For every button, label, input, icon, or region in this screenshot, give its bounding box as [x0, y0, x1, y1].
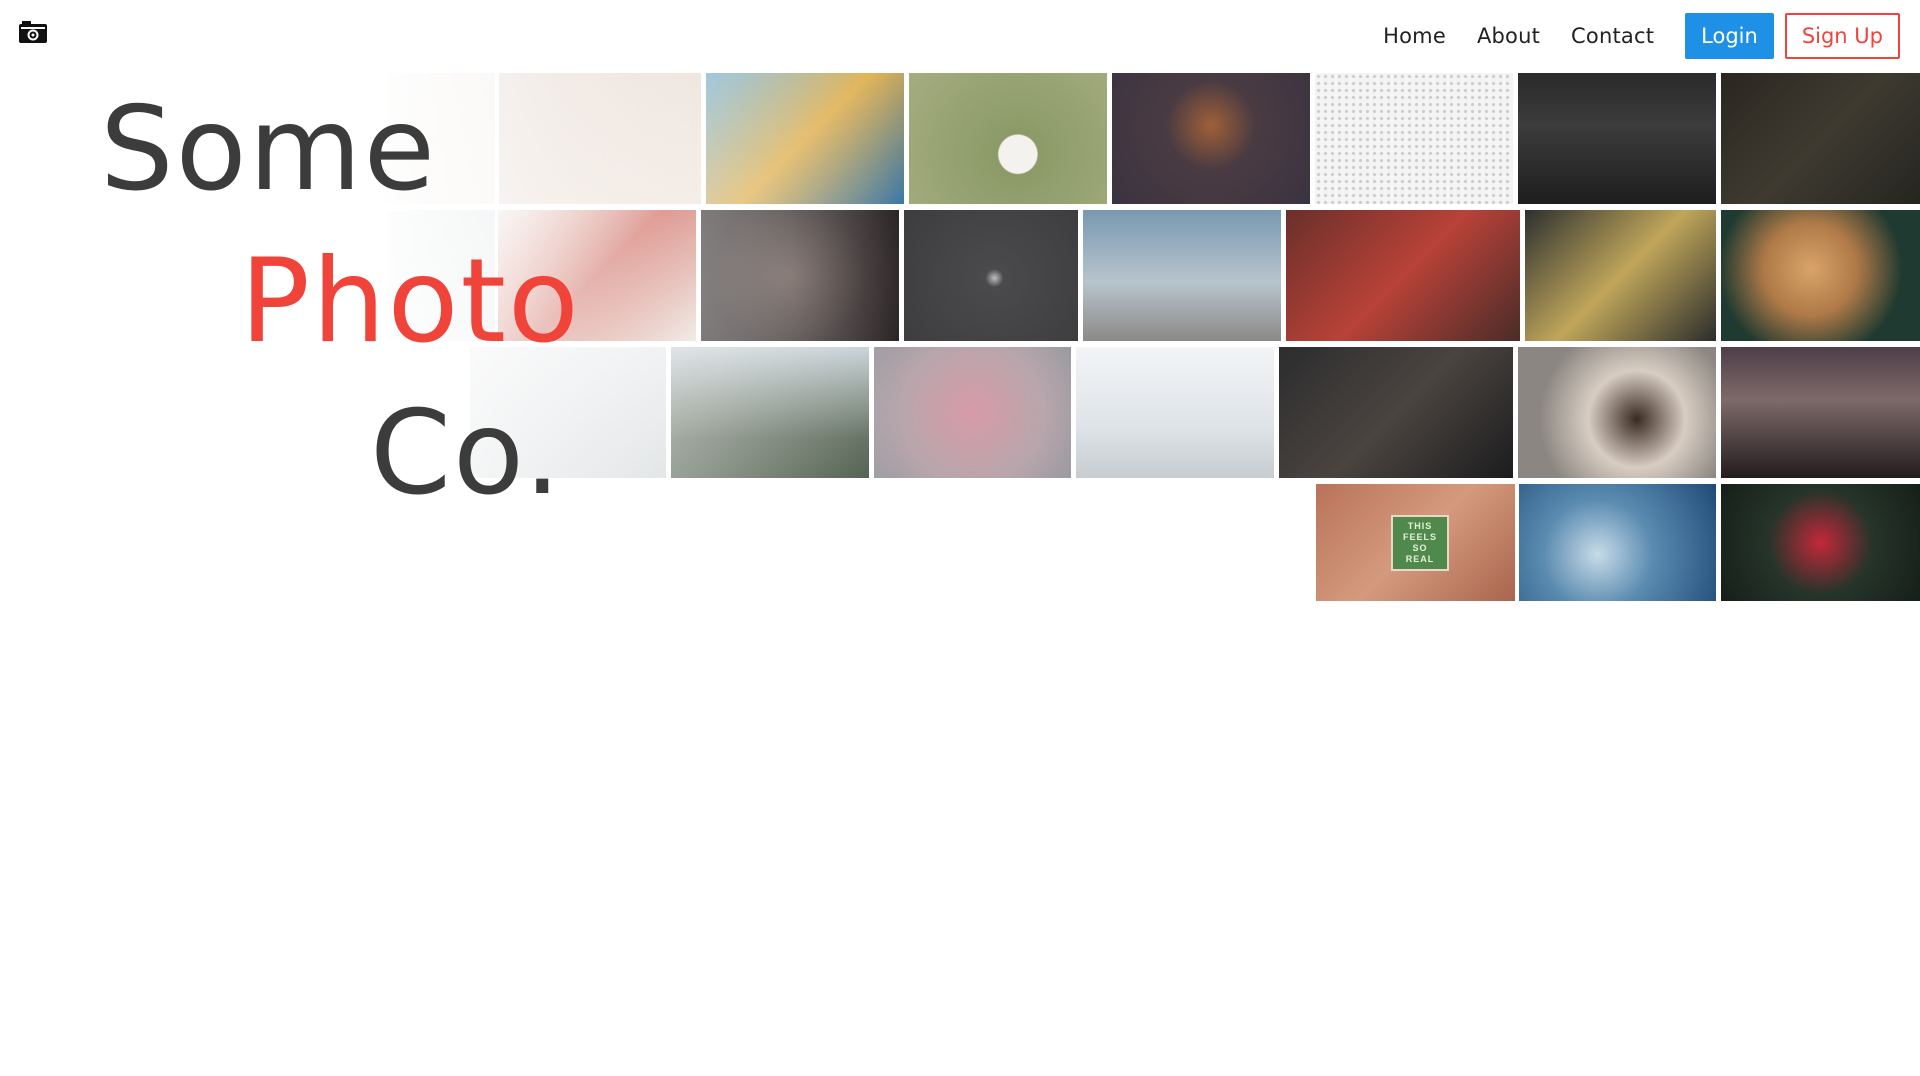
camera-icon[interactable]: [19, 21, 47, 43]
photo-coffee-on-grass[interactable]: [909, 73, 1107, 204]
photo-dark-porch[interactable]: [1279, 347, 1513, 478]
photo-dragon-mural[interactable]: [1525, 210, 1716, 341]
signup-button[interactable]: Sign Up: [1784, 13, 1900, 59]
login-button[interactable]: Login: [1685, 13, 1774, 59]
hero-word-some: Some: [100, 82, 437, 217]
photo-colorful-mural[interactable]: [706, 73, 904, 204]
photo-snowy-town[interactable]: [1076, 347, 1274, 478]
nav-home[interactable]: Home: [1383, 24, 1446, 48]
nav-about[interactable]: About: [1477, 24, 1540, 48]
photo-string-lights-palm[interactable]: [1083, 210, 1281, 341]
hero-title: Some Photo Co.: [0, 0, 700, 560]
sign-line-4: REAL: [1405, 554, 1435, 564]
photo-city-night[interactable]: [1721, 347, 1920, 478]
sign-board: THIS FEELS SO REAL: [1391, 515, 1449, 571]
photo-this-feels-so-real[interactable]: THIS FEELS SO REAL: [1316, 484, 1515, 601]
photo-donut-plate[interactable]: [1518, 347, 1716, 478]
hero-word-photo: Photo: [240, 234, 581, 369]
photo-car-headlights[interactable]: [1518, 73, 1716, 204]
photo-pink-hand[interactable]: [874, 347, 1071, 478]
nav-contact[interactable]: Contact: [1571, 24, 1654, 48]
photo-aerial-forest[interactable]: [1721, 73, 1920, 204]
photo-woman-portrait[interactable]: [701, 210, 899, 341]
sign-line-1: THIS: [1407, 521, 1433, 531]
photo-man-white-jacket[interactable]: [671, 347, 869, 478]
sign-line-2: FEELS: [1402, 532, 1437, 542]
photo-vintage-lamp[interactable]: [1112, 73, 1310, 204]
top-nav: Home About Contact Login Sign Up: [1383, 12, 1900, 60]
photo-dark-eclipse[interactable]: [904, 210, 1078, 341]
photo-snow-bokeh[interactable]: [1519, 484, 1716, 601]
sign-line-3: SO: [1412, 543, 1428, 553]
photo-red-berries[interactable]: [1721, 484, 1920, 601]
photo-red-temple[interactable]: [1286, 210, 1520, 341]
photo-speckled-texture[interactable]: [1315, 73, 1513, 204]
hero-word-co: Co.: [370, 386, 563, 521]
photo-baked-dish[interactable]: [1721, 210, 1920, 341]
